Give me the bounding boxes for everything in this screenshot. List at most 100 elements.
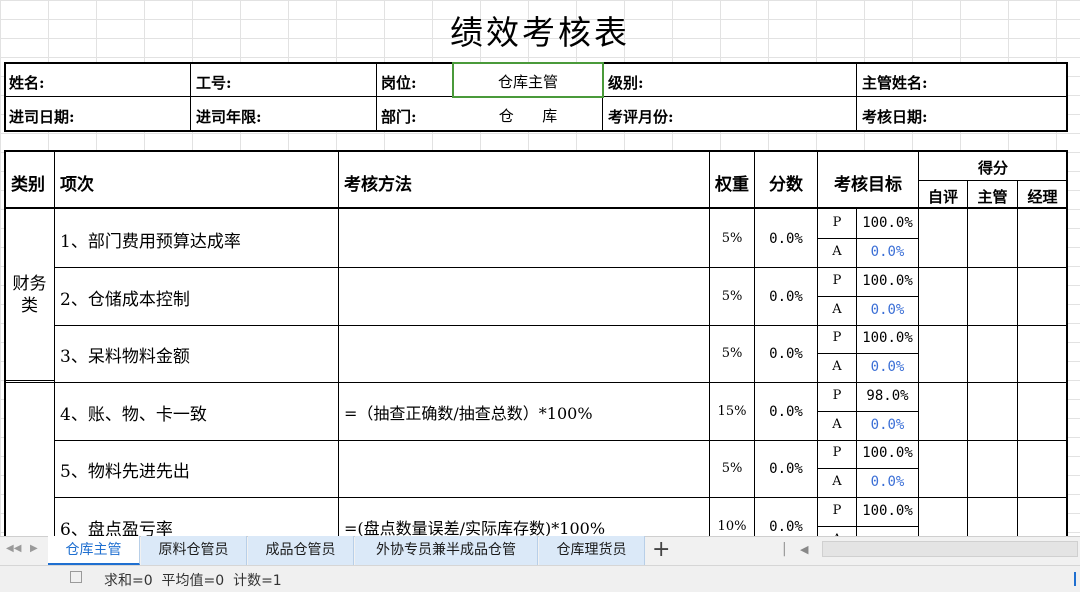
target-a-value[interactable]: 0.0% — [857, 474, 918, 490]
row-divider — [5, 382, 1067, 383]
target-p-value[interactable]: 100.0% — [857, 330, 918, 346]
horizontal-scrollbar[interactable] — [822, 541, 1078, 557]
pa-divider — [818, 296, 918, 297]
target-a-label: A — [832, 359, 842, 374]
manager-score-cell[interactable] — [1018, 324, 1067, 381]
kpi-item-label[interactable]: 3、呆料物料金额 — [60, 342, 190, 367]
col-line-category — [54, 151, 55, 536]
pa-divider — [818, 353, 918, 354]
target-p-value[interactable]: 100.0% — [857, 503, 918, 519]
kpi-weight[interactable]: 5% — [710, 289, 754, 304]
kpi-method[interactable]: =（抽查正确数/抽查总数）*100% — [344, 400, 593, 424]
header-category: 类别 — [11, 175, 45, 195]
sheet-tab-outsourcing-specialist[interactable]: 外协专员兼半成品仓管 — [355, 536, 538, 565]
dept-label: 部门: — [381, 108, 417, 126]
supervisor-score-cell[interactable] — [968, 324, 1017, 381]
kpi-score[interactable]: 0.0% — [755, 289, 817, 305]
info-col-divider — [190, 63, 191, 131]
self-score-cell[interactable] — [919, 209, 967, 266]
kpi-item-label[interactable]: 4、账、物、卡一致 — [60, 400, 207, 425]
manager-score-cell[interactable] — [1018, 209, 1067, 266]
add-sheet-icon[interactable]: + — [652, 536, 670, 565]
kpi-score[interactable]: 0.0% — [755, 346, 817, 362]
sheet-tab-raw-material-keeper[interactable]: 原料仓管员 — [141, 536, 247, 565]
name-label: 姓名: — [9, 74, 45, 92]
self-score-cell[interactable] — [919, 439, 967, 496]
pa-divider — [818, 238, 918, 239]
supervisor-score-cell[interactable] — [968, 439, 1017, 496]
post-value[interactable]: 仓库主管 — [452, 71, 604, 92]
kpi-weight[interactable]: 10% — [710, 519, 754, 534]
target-a-value[interactable]: 0.0% — [857, 302, 918, 318]
target-p-value[interactable]: 100.0% — [857, 445, 918, 461]
entry-date-label: 进司日期: — [9, 108, 75, 126]
eval-month-label: 考评月份: — [608, 108, 674, 126]
self-score-cell[interactable] — [919, 382, 967, 439]
kpi-weight[interactable]: 15% — [710, 404, 754, 419]
kpi-weight[interactable]: 5% — [710, 231, 754, 246]
kpi-weight[interactable]: 5% — [710, 461, 754, 476]
kpi-score[interactable]: 0.0% — [755, 404, 817, 420]
pa-divider — [818, 468, 918, 469]
header-manager: 经理 — [1027, 188, 1058, 206]
col-line-weight — [754, 151, 755, 536]
post-label: 岗位: — [381, 74, 417, 92]
target-a-label: A — [832, 302, 842, 317]
kpi-item-label[interactable]: 1、部门费用预算达成率 — [60, 227, 241, 252]
points-subheader-line — [918, 180, 1067, 181]
sheet-tab-warehouse-supervisor[interactable]: 仓库主管 — [48, 536, 140, 565]
info-col-divider — [376, 63, 377, 131]
kpi-score[interactable]: 0.0% — [755, 231, 817, 247]
kpi-item-label[interactable]: 2、仓储成本控制 — [60, 285, 190, 310]
review-date-label: 考核日期: — [862, 108, 928, 126]
manager-score-cell[interactable] — [1018, 439, 1067, 496]
header-supervisor: 主管 — [977, 188, 1008, 206]
scroll-left-icon[interactable]: ◀ — [800, 543, 808, 556]
supervisor-name-label: 主管姓名: — [862, 74, 928, 92]
header-self: 自评 — [927, 188, 958, 206]
header-item: 项次 — [60, 175, 94, 195]
first-sheet-icon[interactable]: ◀◀ — [6, 543, 21, 554]
target-a-value[interactable]: 0.0% — [857, 244, 918, 260]
row-divider — [55, 440, 1067, 441]
supervisor-score-cell[interactable] — [968, 267, 1017, 324]
target-a-value[interactable]: 0.0% — [857, 359, 918, 375]
self-score-cell[interactable] — [919, 324, 967, 381]
target-p-value[interactable]: 100.0% — [857, 273, 918, 289]
kpi-score[interactable]: 0.0% — [755, 461, 817, 477]
manager-score-cell[interactable] — [1018, 382, 1067, 439]
row-divider — [55, 267, 1067, 268]
sheet-tab-tally-clerk[interactable]: 仓库理货员 — [539, 536, 645, 565]
header-target: 考核目标 — [834, 175, 902, 195]
target-p-value[interactable]: 100.0% — [857, 215, 918, 231]
prev-sheet-icon[interactable]: ▶ — [30, 543, 38, 554]
scroll-divider-icon: | — [782, 541, 787, 557]
info-col-divider — [856, 63, 857, 131]
row-divider — [55, 325, 1067, 326]
dept-value[interactable]: 仓 库 — [452, 105, 604, 126]
target-p-label: P — [832, 273, 842, 288]
kpi-score[interactable]: 0.0% — [755, 519, 817, 535]
category-divider — [5, 380, 55, 381]
target-p-label: P — [832, 215, 842, 230]
target-p-label: P — [832, 445, 842, 460]
header-weight: 权重 — [715, 175, 749, 195]
target-a-value[interactable]: 0.0% — [857, 417, 918, 433]
target-p-label: P — [832, 503, 842, 518]
status-edge-icon — [1066, 572, 1076, 586]
cell-mode-icon[interactable] — [70, 571, 82, 583]
pa-divider — [818, 411, 918, 412]
manager-score-cell[interactable] — [1018, 267, 1067, 324]
kpi-weight[interactable]: 5% — [710, 346, 754, 361]
target-p-value[interactable]: 98.0% — [857, 388, 918, 404]
level-label: 级别: — [608, 74, 644, 92]
header-score: 分数 — [769, 175, 803, 195]
supervisor-score-cell[interactable] — [968, 209, 1017, 266]
supervisor-score-cell[interactable] — [968, 382, 1017, 439]
kpi-item-label[interactable]: 5、物料先进先出 — [60, 457, 190, 482]
target-p-label: P — [832, 388, 842, 403]
self-score-cell[interactable] — [919, 267, 967, 324]
target-p-label: P — [832, 330, 842, 345]
sheet-tab-finished-goods-keeper[interactable]: 成品仓管员 — [248, 536, 354, 565]
status-summary: 求和=0 平均值=0 计数=1 — [104, 573, 282, 589]
